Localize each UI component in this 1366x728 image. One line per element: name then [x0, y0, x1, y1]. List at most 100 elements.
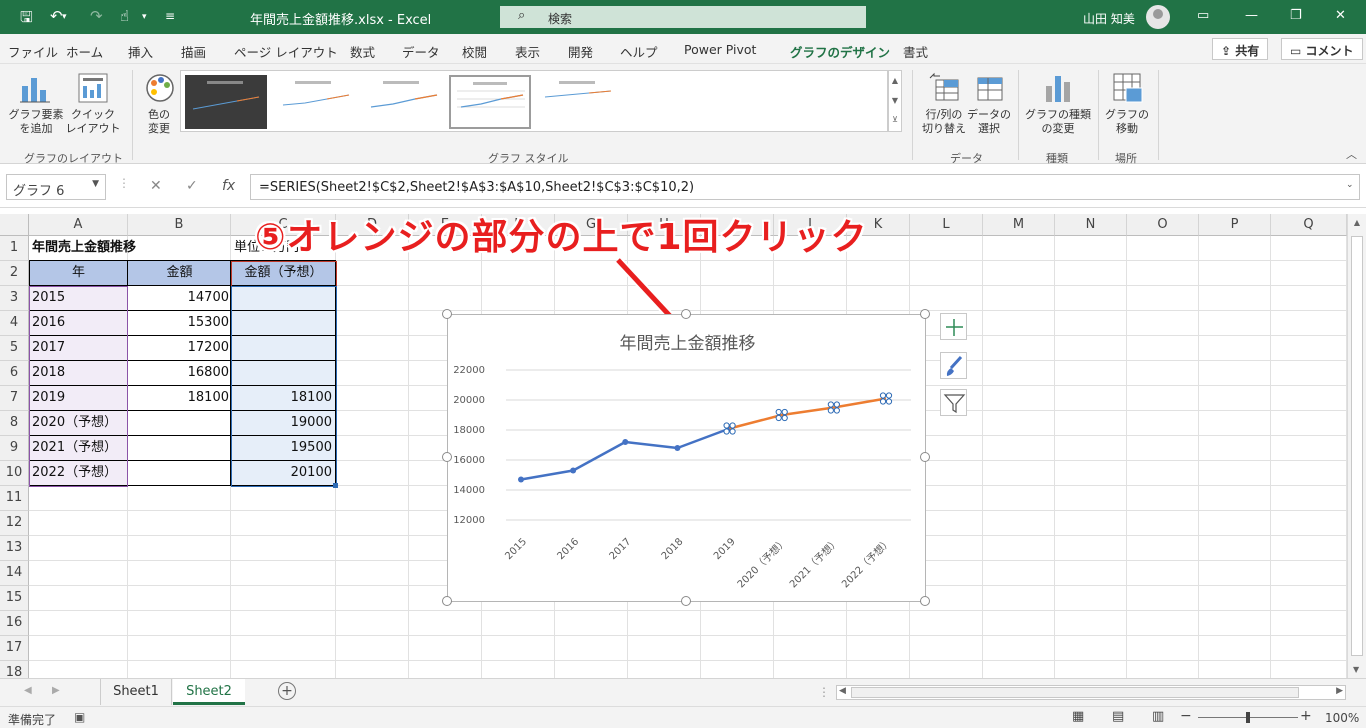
row-header[interactable]: 8: [0, 411, 29, 436]
row-header[interactable]: 15: [0, 586, 29, 611]
cancel-icon[interactable]: ✕: [150, 178, 162, 194]
page-layout-view-icon[interactable]: ▤: [1112, 709, 1124, 724]
row-header[interactable]: 12: [0, 511, 29, 536]
tab-power-pivot[interactable]: Power Pivot: [684, 42, 756, 57]
cell-forecast[interactable]: 19500: [231, 436, 334, 461]
row-header[interactable]: 4: [0, 311, 29, 336]
series-1-point[interactable]: [622, 439, 629, 445]
move-chart-button[interactable]: グラフの 移動: [1102, 68, 1152, 144]
cell-year[interactable]: 2016: [32, 311, 65, 336]
row-header[interactable]: 17: [0, 636, 29, 661]
row-header[interactable]: 11: [0, 486, 29, 511]
cell-amount[interactable]: [128, 411, 231, 436]
row-header[interactable]: 1: [0, 236, 29, 261]
cell-amount[interactable]: 15300: [128, 311, 231, 336]
cell-b2[interactable]: 金額: [128, 261, 231, 286]
tab-draw[interactable]: 描画: [181, 42, 206, 61]
row-header[interactable]: 3: [0, 286, 29, 311]
row-header[interactable]: 6: [0, 361, 29, 386]
chart-style-2[interactable]: [273, 75, 355, 129]
resize-handle-top-left[interactable]: [442, 309, 452, 319]
cell-forecast[interactable]: [231, 286, 334, 311]
gallery-down-icon[interactable]: ▼: [889, 91, 901, 111]
resize-handle-left[interactable]: [442, 452, 452, 462]
cell-c2[interactable]: 金額（予想）: [231, 261, 336, 286]
restore-icon[interactable]: ❐: [1290, 8, 1302, 23]
select-data-button[interactable]: データの 選択: [966, 68, 1012, 144]
add-chart-element-button[interactable]: グラフ要素 を追加: [4, 68, 64, 144]
row-header[interactable]: 7: [0, 386, 29, 411]
minimize-icon[interactable]: —: [1245, 8, 1258, 23]
search-box[interactable]: ⌕ 検索: [500, 6, 866, 28]
name-box[interactable]: グラフ 6 ▼: [6, 174, 106, 200]
cell-forecast[interactable]: 20100: [231, 461, 334, 486]
avatar[interactable]: [1146, 5, 1170, 29]
plot-area[interactable]: 12000 14000 16000 18000 20000 22000 2015 2016 20…: [448, 315, 927, 603]
resize-handle-bottom[interactable]: [681, 596, 691, 606]
quick-layout-button[interactable]: クイック レイアウト: [64, 68, 122, 144]
row-header[interactable]: 2: [0, 261, 29, 286]
expand-formula-icon[interactable]: ⌄: [1346, 180, 1354, 190]
resize-handle-top-right[interactable]: [920, 309, 930, 319]
row-header[interactable]: 13: [0, 536, 29, 561]
tab-home[interactable]: ホーム: [66, 42, 103, 61]
tab-formulas[interactable]: 数式: [350, 42, 375, 61]
horizontal-scrollbar[interactable]: ◀ ▶: [836, 685, 1346, 700]
tab-developer[interactable]: 開発: [568, 42, 593, 61]
change-chart-type-button[interactable]: グラフの種類 の変更: [1024, 68, 1092, 144]
ribbon-display-icon[interactable]: ▭: [1197, 8, 1209, 23]
tab-review[interactable]: 校閲: [462, 42, 487, 61]
resize-handle-top[interactable]: [681, 309, 691, 319]
tab-data[interactable]: データ: [402, 42, 440, 61]
collapse-ribbon-icon[interactable]: ︿: [1346, 146, 1357, 162]
row-header[interactable]: 16: [0, 611, 29, 636]
cell-forecast[interactable]: [231, 361, 334, 386]
gallery-scroll[interactable]: ▲ ▼ ⊻: [888, 70, 902, 132]
tab-insert[interactable]: 挿入: [128, 42, 153, 61]
tab-page-layout[interactable]: ページ レイアウト: [234, 42, 338, 61]
undo-icon[interactable]: ↶: [50, 7, 63, 25]
cell-forecast[interactable]: [231, 336, 334, 361]
gallery-more-icon[interactable]: ⊻: [889, 111, 901, 129]
tab-file[interactable]: ファイル: [8, 42, 58, 61]
gallery-up-icon[interactable]: ▲: [889, 71, 901, 91]
comment-button[interactable]: ▭ コメント: [1281, 38, 1363, 60]
row-header[interactable]: 18: [0, 661, 29, 678]
tab-chart-design[interactable]: グラフのデザイン: [790, 42, 891, 68]
column-header[interactable]: N: [1055, 214, 1127, 236]
share-button[interactable]: ⇪ 共有: [1212, 38, 1269, 60]
cell-a1[interactable]: 年間売上金額推移: [32, 236, 136, 261]
chevron-down-icon[interactable]: ▼: [92, 179, 99, 189]
touch-dropdown-icon[interactable]: ▾: [142, 12, 147, 22]
resize-handle-bottom-right[interactable]: [920, 596, 930, 606]
series-1-point[interactable]: [674, 445, 681, 451]
undo-dropdown-icon[interactable]: ▾: [62, 12, 67, 22]
zoom-slider-thumb[interactable]: [1246, 712, 1250, 723]
user-name[interactable]: 山田 知美: [1083, 10, 1135, 27]
cell-forecast[interactable]: 18100: [231, 386, 334, 411]
insert-function-icon[interactable]: fx: [222, 178, 235, 194]
cell-year[interactable]: 2018: [32, 361, 65, 386]
resize-handle-bottom-left[interactable]: [442, 596, 452, 606]
chart-area[interactable]: 年間売上金額推移 12000 14000 16000 18000 20000 22000 2…: [447, 314, 926, 602]
accessibility-icon[interactable]: ▣: [74, 710, 85, 724]
select-all-corner[interactable]: [0, 214, 29, 236]
redo-icon[interactable]: ↷: [90, 7, 103, 25]
resize-handle-right[interactable]: [920, 452, 930, 462]
row-header[interactable]: 14: [0, 561, 29, 586]
chart-style-3[interactable]: [361, 75, 443, 129]
horizontal-scroll-thumb[interactable]: [851, 687, 1299, 698]
add-sheet-icon[interactable]: +: [278, 682, 296, 700]
sheet-tab-sheet1[interactable]: Sheet1: [100, 679, 172, 705]
save-icon[interactable]: 🖫: [20, 7, 33, 32]
row-header[interactable]: 9: [0, 436, 29, 461]
series-line-2[interactable]: [729, 397, 887, 430]
cell-year[interactable]: 2015: [32, 286, 65, 311]
column-header[interactable]: M: [983, 214, 1055, 236]
cell-amount[interactable]: 14700: [128, 286, 231, 311]
zoom-out-icon[interactable]: −: [1180, 708, 1192, 724]
cell-forecast[interactable]: 19000: [231, 411, 334, 436]
touch-mode-icon[interactable]: ☝: [120, 7, 129, 25]
scroll-right-icon[interactable]: ▶: [1336, 686, 1343, 696]
cell-year[interactable]: 2022（予想）: [32, 461, 117, 486]
